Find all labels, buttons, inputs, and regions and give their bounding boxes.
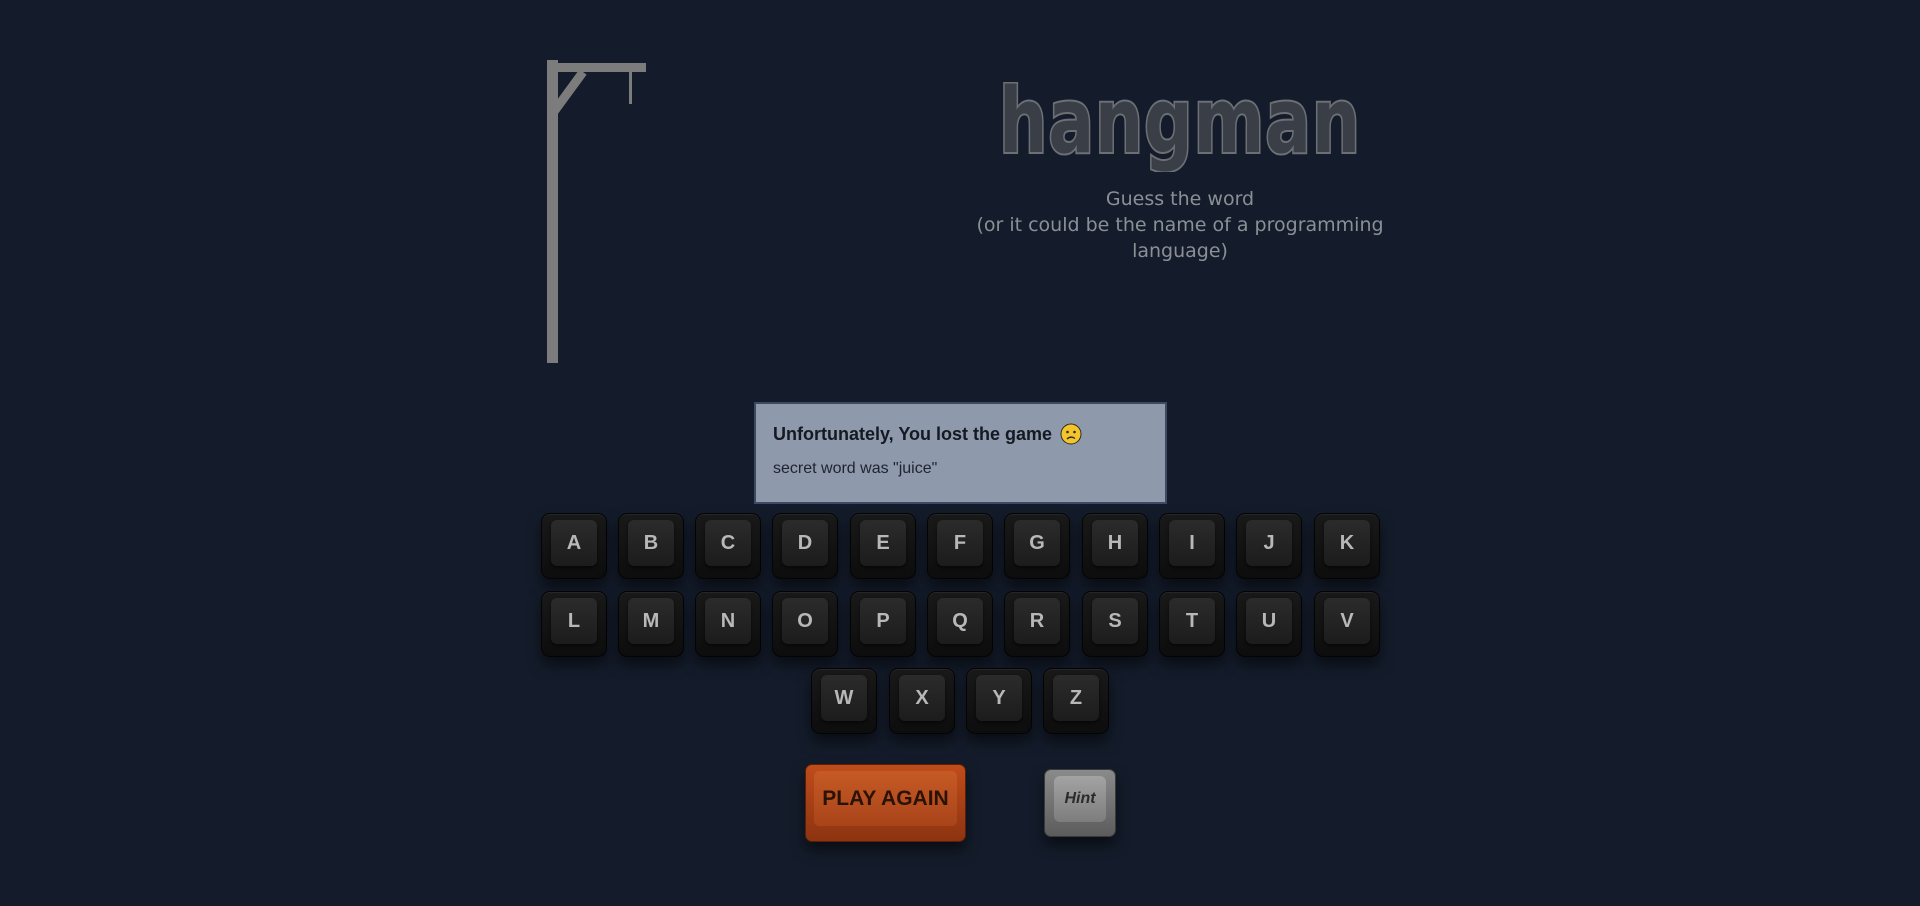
play-again-label: PLAY AGAIN xyxy=(814,771,957,826)
key-s[interactable]: S xyxy=(1082,591,1148,657)
gallows-icon xyxy=(545,58,655,368)
hint-button[interactable]: Hint xyxy=(1044,769,1116,837)
key-o[interactable]: O xyxy=(772,591,838,657)
key-g[interactable]: G xyxy=(1004,513,1070,579)
game-subtitle: Guess the word (or it could be the name … xyxy=(960,186,1400,264)
key-label: R xyxy=(1014,598,1060,644)
key-label: V xyxy=(1324,598,1370,644)
key-label: T xyxy=(1169,598,1215,644)
key-w[interactable]: W xyxy=(811,668,877,734)
key-label: U xyxy=(1246,598,1292,644)
key-label: F xyxy=(937,520,983,566)
key-label: W xyxy=(821,675,867,721)
key-label: G xyxy=(1014,520,1060,566)
key-label: K xyxy=(1324,520,1370,566)
key-c[interactable]: C xyxy=(695,513,761,579)
key-b[interactable]: B xyxy=(618,513,684,579)
key-z[interactable]: Z xyxy=(1043,668,1109,734)
key-label: M xyxy=(628,598,674,644)
key-x[interactable]: X xyxy=(889,668,955,734)
key-k[interactable]: K xyxy=(1314,513,1380,579)
key-label: N xyxy=(705,598,751,644)
worried-face-icon xyxy=(1060,423,1082,445)
key-label: E xyxy=(860,520,906,566)
game-over-message: Unfortunately, You lost the game secret … xyxy=(754,402,1167,504)
key-t[interactable]: T xyxy=(1159,591,1225,657)
subtitle-line-2: (or it could be the name of a programmin… xyxy=(976,214,1384,262)
key-label: X xyxy=(899,675,945,721)
key-label: S xyxy=(1092,598,1138,644)
key-label: O xyxy=(782,598,828,644)
play-again-button[interactable]: PLAY AGAIN xyxy=(805,764,966,842)
key-label: I xyxy=(1169,520,1215,566)
secret-word-message: secret word was "juice" xyxy=(773,460,938,477)
key-label: Z xyxy=(1053,675,1099,721)
subtitle-line-1: Guess the word xyxy=(1105,188,1255,210)
message-title: Unfortunately, You lost the game xyxy=(773,423,1053,444)
key-f[interactable]: F xyxy=(927,513,993,579)
key-r[interactable]: R xyxy=(1004,591,1070,657)
key-i[interactable]: I xyxy=(1159,513,1225,579)
key-label: Q xyxy=(937,598,983,644)
key-label: P xyxy=(860,598,906,644)
key-p[interactable]: P xyxy=(850,591,916,657)
key-n[interactable]: N xyxy=(695,591,761,657)
hint-label: Hint xyxy=(1054,776,1106,822)
key-h[interactable]: H xyxy=(1082,513,1148,579)
key-label: L xyxy=(551,598,597,644)
key-v[interactable]: V xyxy=(1314,591,1380,657)
game-title-text: hangman xyxy=(999,82,1361,172)
key-y[interactable]: Y xyxy=(966,668,1032,734)
key-a[interactable]: A xyxy=(541,513,607,579)
key-l[interactable]: L xyxy=(541,591,607,657)
key-q[interactable]: Q xyxy=(927,591,993,657)
key-j[interactable]: J xyxy=(1236,513,1302,579)
key-label: A xyxy=(551,520,597,566)
key-label: B xyxy=(628,520,674,566)
key-label: Y xyxy=(976,675,1022,721)
key-label: D xyxy=(782,520,828,566)
key-label: J xyxy=(1246,520,1292,566)
key-d[interactable]: D xyxy=(772,513,838,579)
key-m[interactable]: M xyxy=(618,591,684,657)
key-label: H xyxy=(1092,520,1138,566)
key-e[interactable]: E xyxy=(850,513,916,579)
key-label: C xyxy=(705,520,751,566)
game-title: hangman xyxy=(990,82,1370,172)
message-title-row: Unfortunately, You lost the game xyxy=(773,422,1165,446)
key-u[interactable]: U xyxy=(1236,591,1302,657)
